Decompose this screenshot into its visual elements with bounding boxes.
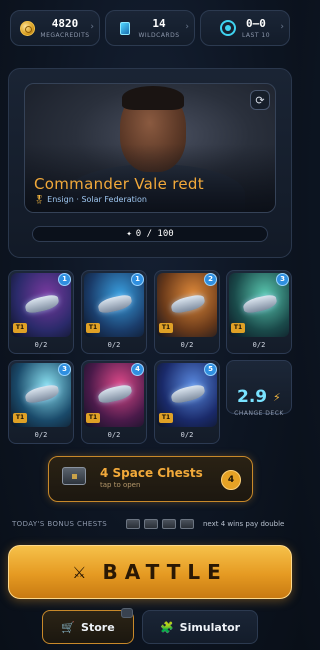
- card-count: 0/2: [107, 431, 121, 439]
- ship-icon: [23, 383, 61, 405]
- target-icon: [219, 20, 236, 36]
- coin-icon: [20, 20, 36, 36]
- commander-portrait[interactable]: [24, 83, 276, 213]
- ship-icon: [23, 293, 61, 315]
- ship-card[interactable]: T1 3 0/2: [226, 270, 292, 354]
- change-deck-label: CHANGE DECK: [234, 410, 284, 417]
- refresh-icon[interactable]: ⟳: [250, 90, 270, 110]
- chevron-right-icon: ›: [90, 22, 94, 32]
- ship-card[interactable]: T1 1 0/2: [8, 270, 74, 354]
- ship-card[interactable]: T1 3 0/2: [8, 360, 74, 444]
- bonus-chest-icon: [162, 519, 176, 529]
- store-label: Store: [81, 620, 115, 634]
- credits-label: MEGACREDITS: [40, 31, 90, 39]
- ship-card[interactable]: T1 4 0/2: [81, 360, 147, 444]
- card-count: 0/2: [34, 431, 48, 439]
- wildcards-value: 14: [152, 16, 166, 30]
- record-value: 0–0: [246, 16, 266, 30]
- level-badge: 3: [58, 363, 71, 376]
- wildcards-label: WILDCARDS: [138, 31, 180, 39]
- tier-badge: T1: [13, 323, 27, 333]
- chests-title: 4 Space Chests: [100, 466, 203, 480]
- chevron-right-icon: ›: [280, 22, 284, 32]
- xp-text: 0 / 100: [135, 229, 174, 239]
- tier-badge: T1: [231, 323, 245, 333]
- tier-badge: T1: [86, 323, 100, 333]
- medal-icon: 🎖: [34, 195, 45, 204]
- tier-badge: T1: [159, 323, 173, 333]
- wildcard-icon: [120, 21, 131, 35]
- store-notification-icon: [121, 608, 133, 618]
- card-count: 0/2: [180, 431, 194, 439]
- card-count: 0/2: [252, 341, 266, 349]
- plus-icon: ✦: [126, 229, 132, 239]
- record-pill[interactable]: 0–0 LAST 10 ›: [200, 10, 290, 46]
- level-badge: 5: [204, 363, 217, 376]
- ship-icon: [169, 383, 207, 405]
- tier-badge: T1: [159, 413, 173, 423]
- deck-value: 2.9: [237, 387, 268, 407]
- bonus-note: next 4 wins pay double: [203, 520, 285, 528]
- battle-button[interactable]: ⚔ BATTLE: [8, 545, 292, 599]
- ship-card[interactable]: T1 2 0/2: [154, 270, 220, 354]
- card-count: 0/2: [34, 341, 48, 349]
- ship-icon: [169, 293, 207, 315]
- simulator-button[interactable]: 🧩 Simulator: [142, 610, 258, 644]
- ship-icon: [241, 293, 279, 315]
- bonus-chest-icon: [126, 519, 140, 529]
- cart-icon: 🛒: [61, 620, 76, 634]
- puzzle-icon: 🧩: [159, 620, 174, 634]
- battle-label: BATTLE: [102, 560, 228, 584]
- credits-pill[interactable]: 4820 MEGACREDITS ›: [10, 10, 100, 46]
- bonus-chest-icon: [180, 519, 194, 529]
- level-badge: 4: [131, 363, 144, 376]
- level-badge: 2: [204, 273, 217, 286]
- bonus-chests-label: TODAY'S BONUS CHESTS: [12, 520, 108, 528]
- ship-icon: [96, 293, 134, 315]
- wildcards-pill[interactable]: 14 WILDCARDS ›: [105, 10, 195, 46]
- ship-card[interactable]: T1 1 0/2: [81, 270, 147, 354]
- card-count: 0/2: [107, 341, 121, 349]
- chevron-right-icon: ›: [185, 22, 189, 32]
- xp-bar: ✦ 0 / 100: [32, 226, 268, 242]
- ship-card[interactable]: T1 5 0/2: [154, 360, 220, 444]
- tier-badge: T1: [13, 413, 27, 423]
- level-badge: 1: [58, 273, 71, 286]
- crossed-swords-icon: ⚔: [72, 562, 87, 582]
- chests-count-badge: 4: [221, 470, 241, 490]
- bonus-chest-icon: [144, 519, 158, 529]
- level-badge: 1: [131, 273, 144, 286]
- ship-icon: [96, 383, 134, 405]
- card-count: 0/2: [180, 341, 194, 349]
- commander-name: Commander Vale redt: [34, 175, 204, 193]
- credits-value: 4820: [51, 16, 79, 30]
- record-label: LAST 10: [241, 31, 271, 39]
- change-deck-button[interactable]: 2.9 ⚡ CHANGE DECK: [226, 360, 292, 417]
- level-badge: 3: [276, 273, 289, 286]
- bolt-icon: ⚡: [273, 391, 281, 404]
- simulator-label: Simulator: [179, 620, 241, 634]
- commander-rank-label: Ensign · Solar Federation: [47, 195, 147, 204]
- portrait-hair: [122, 86, 184, 110]
- chest-icon: [62, 467, 86, 485]
- chests-subtitle: tap to open: [100, 481, 141, 489]
- tier-badge: T1: [86, 413, 100, 423]
- commander-rank: 🎖 Ensign · Solar Federation: [34, 195, 147, 204]
